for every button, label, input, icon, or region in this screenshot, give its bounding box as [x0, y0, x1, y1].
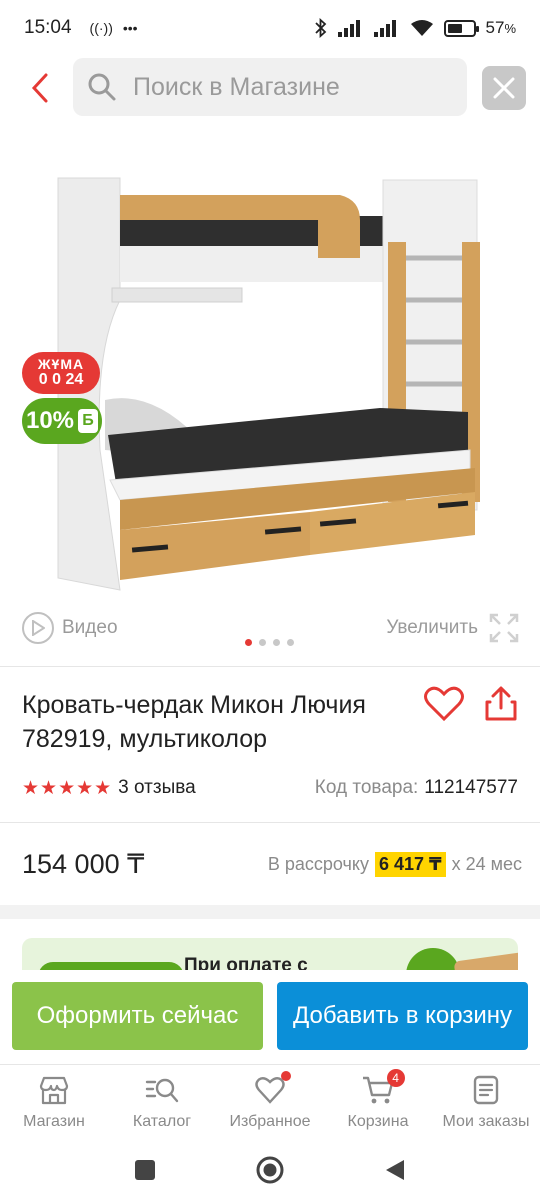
tab-shop[interactable]: Магазин [0, 1065, 108, 1140]
expand-icon [489, 613, 519, 643]
friday-timer: 0 0 24 [38, 371, 84, 388]
more-dots-icon: ••• [122, 20, 138, 36]
product-code-value: 112147577 [424, 777, 518, 798]
battery-icon [443, 19, 479, 37]
notification-dot [280, 1071, 291, 1081]
friday-label: ЖҰМА [37, 356, 85, 372]
carousel-dot[interactable] [245, 639, 252, 646]
add-to-cart-button[interactable]: Добавить в корзину [277, 982, 528, 1050]
section-gap [0, 905, 540, 919]
status-bar: 15:04 ((·)) ••• 57% [0, 0, 540, 56]
battery-percent: 57 [485, 18, 505, 37]
tab-orders[interactable]: Мои заказы [432, 1065, 540, 1140]
discount-badge: 10% Б [22, 398, 102, 444]
carousel-dots [245, 639, 294, 646]
close-icon [493, 77, 515, 99]
battery-unit: % [504, 21, 516, 36]
favorite-button[interactable] [424, 686, 464, 727]
tab-cart-label: Корзина [347, 1113, 409, 1130]
video-button[interactable]: Видео [22, 612, 118, 644]
play-icon [22, 612, 54, 644]
catalog-search-icon [145, 1073, 179, 1107]
installment-term: х 24 мес [451, 853, 522, 874]
heart-icon [424, 686, 464, 722]
search-icon [88, 73, 116, 101]
shop-icon [37, 1073, 71, 1107]
home-icon[interactable] [256, 1156, 284, 1184]
zoom-label: Увеличить [386, 617, 478, 638]
back-arrow-icon [31, 73, 48, 103]
price-row: 154 000 ₸ В рассрочку 6 417 ₸ х 24 мес [22, 846, 522, 882]
signal-icon-2 [373, 20, 396, 37]
wifi-icon [410, 20, 433, 36]
rating-row: ★★★★★ 3 отзыва Код товара: 112147577 [22, 774, 518, 802]
status-time: 15:04 [24, 17, 72, 38]
search-header: Поиск в Магазине [0, 58, 540, 118]
signal-icon [337, 20, 360, 37]
tab-orders-label: Мои заказы [442, 1113, 530, 1130]
tab-catalog[interactable]: Каталог [108, 1065, 216, 1140]
divider [0, 666, 540, 667]
battery-fill [447, 23, 462, 33]
recents-icon[interactable] [134, 1159, 156, 1181]
radio-icon: ((·)) [89, 20, 113, 36]
system-nav-bar [0, 1140, 540, 1200]
rating-stars[interactable]: ★★★★★ [22, 777, 112, 800]
product-code: Код товара: 112147577 [315, 777, 518, 799]
back-nav-icon[interactable] [384, 1158, 406, 1182]
product-code-label: Код товара: [314, 777, 419, 798]
video-label: Видео [62, 617, 118, 638]
tab-favorites-label: Избранное [229, 1113, 311, 1130]
action-buttons: Оформить сейчас Добавить в корзину [0, 970, 540, 1062]
tab-shop-label: Магазин [23, 1113, 85, 1130]
discount-value: 10% [25, 407, 75, 434]
carousel-dot[interactable] [273, 639, 280, 646]
tab-favorites[interactable]: Избранное [216, 1065, 324, 1140]
cart-count-badge: 4 [386, 1069, 405, 1087]
tab-catalog-label: Каталог [132, 1113, 192, 1130]
back-button[interactable] [22, 68, 58, 108]
bluetooth-icon [314, 18, 326, 38]
zoom-button[interactable]: Увеличить [386, 612, 520, 644]
share-button[interactable] [484, 686, 518, 727]
installment-amount: 6 417 ₸ [375, 851, 446, 877]
divider [0, 822, 540, 823]
search-input[interactable]: Поиск в Магазине [73, 58, 467, 116]
bottom-tab-bar: Магазин Каталог Избранное 4 Корзина Мои … [0, 1064, 540, 1140]
friday-timer-badge: ЖҰМА 0 0 24 [22, 352, 100, 394]
carousel-dot[interactable] [287, 639, 294, 646]
installment-info[interactable]: В рассрочку 6 417 ₸ х 24 мес [267, 851, 522, 877]
carousel-dot[interactable] [259, 639, 266, 646]
tab-cart[interactable]: 4 Корзина [324, 1065, 432, 1140]
price: 154 000 ₸ [22, 848, 145, 879]
reviews-link[interactable]: 3 отзыва [118, 777, 196, 799]
buy-now-button[interactable]: Оформить сейчас [12, 982, 263, 1050]
search-placeholder: Поиск в Магазине [133, 72, 340, 101]
close-button[interactable] [482, 66, 526, 110]
installment-label: В рассрочку [267, 853, 369, 874]
share-icon [485, 686, 517, 721]
orders-icon [469, 1073, 503, 1107]
bonus-icon: Б [78, 409, 99, 433]
product-title: Кровать-чердак Микон Лючия 782919, мульт… [22, 691, 366, 753]
